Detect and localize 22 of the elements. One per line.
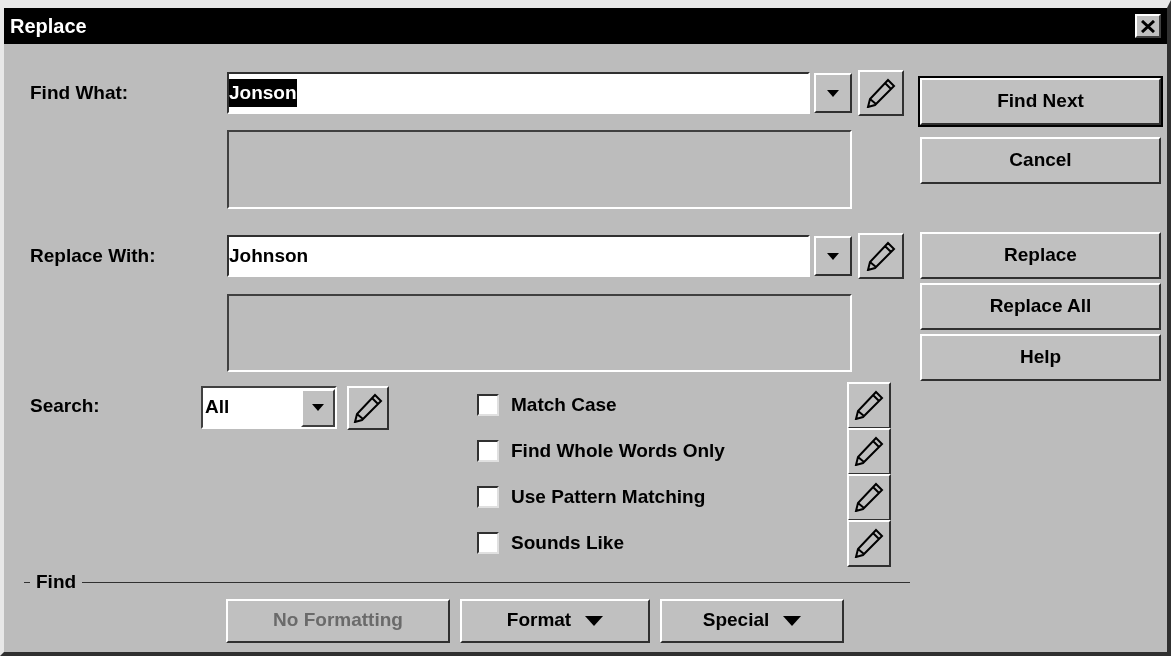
option-label: Match Case bbox=[511, 392, 618, 417]
dialog-button[interactable]: Replace bbox=[920, 232, 1161, 279]
option-label: Sounds Like bbox=[511, 530, 625, 555]
option-label: Find Whole Words Only bbox=[511, 438, 726, 463]
group-label: Find bbox=[35, 570, 78, 594]
menu-button[interactable]: Special bbox=[660, 598, 844, 643]
dialog-button[interactable]: Replace All bbox=[920, 283, 1161, 330]
menu-button[interactable]: Format bbox=[460, 598, 650, 643]
find-what-label: Find What: bbox=[29, 80, 130, 105]
dropdown-value: All bbox=[204, 395, 230, 420]
dialog-button[interactable]: Help bbox=[920, 334, 1161, 381]
dialog-button[interactable]: Find Next bbox=[920, 78, 1161, 125]
search-dropdown[interactable]: All bbox=[201, 386, 337, 429]
window-title: Replace bbox=[10, 14, 87, 39]
replace-with-label: Replace With: bbox=[29, 243, 157, 268]
dialog-button[interactable]: Cancel bbox=[920, 137, 1161, 184]
option-label: Use Pattern Matching bbox=[511, 484, 707, 509]
input-field[interactable]: Johnson bbox=[227, 235, 810, 277]
search-label: Search: bbox=[29, 394, 101, 418]
input-field[interactable]: Jonson bbox=[227, 72, 810, 114]
field-value: Jonson bbox=[229, 78, 297, 108]
field-value: Johnson bbox=[229, 243, 309, 268]
